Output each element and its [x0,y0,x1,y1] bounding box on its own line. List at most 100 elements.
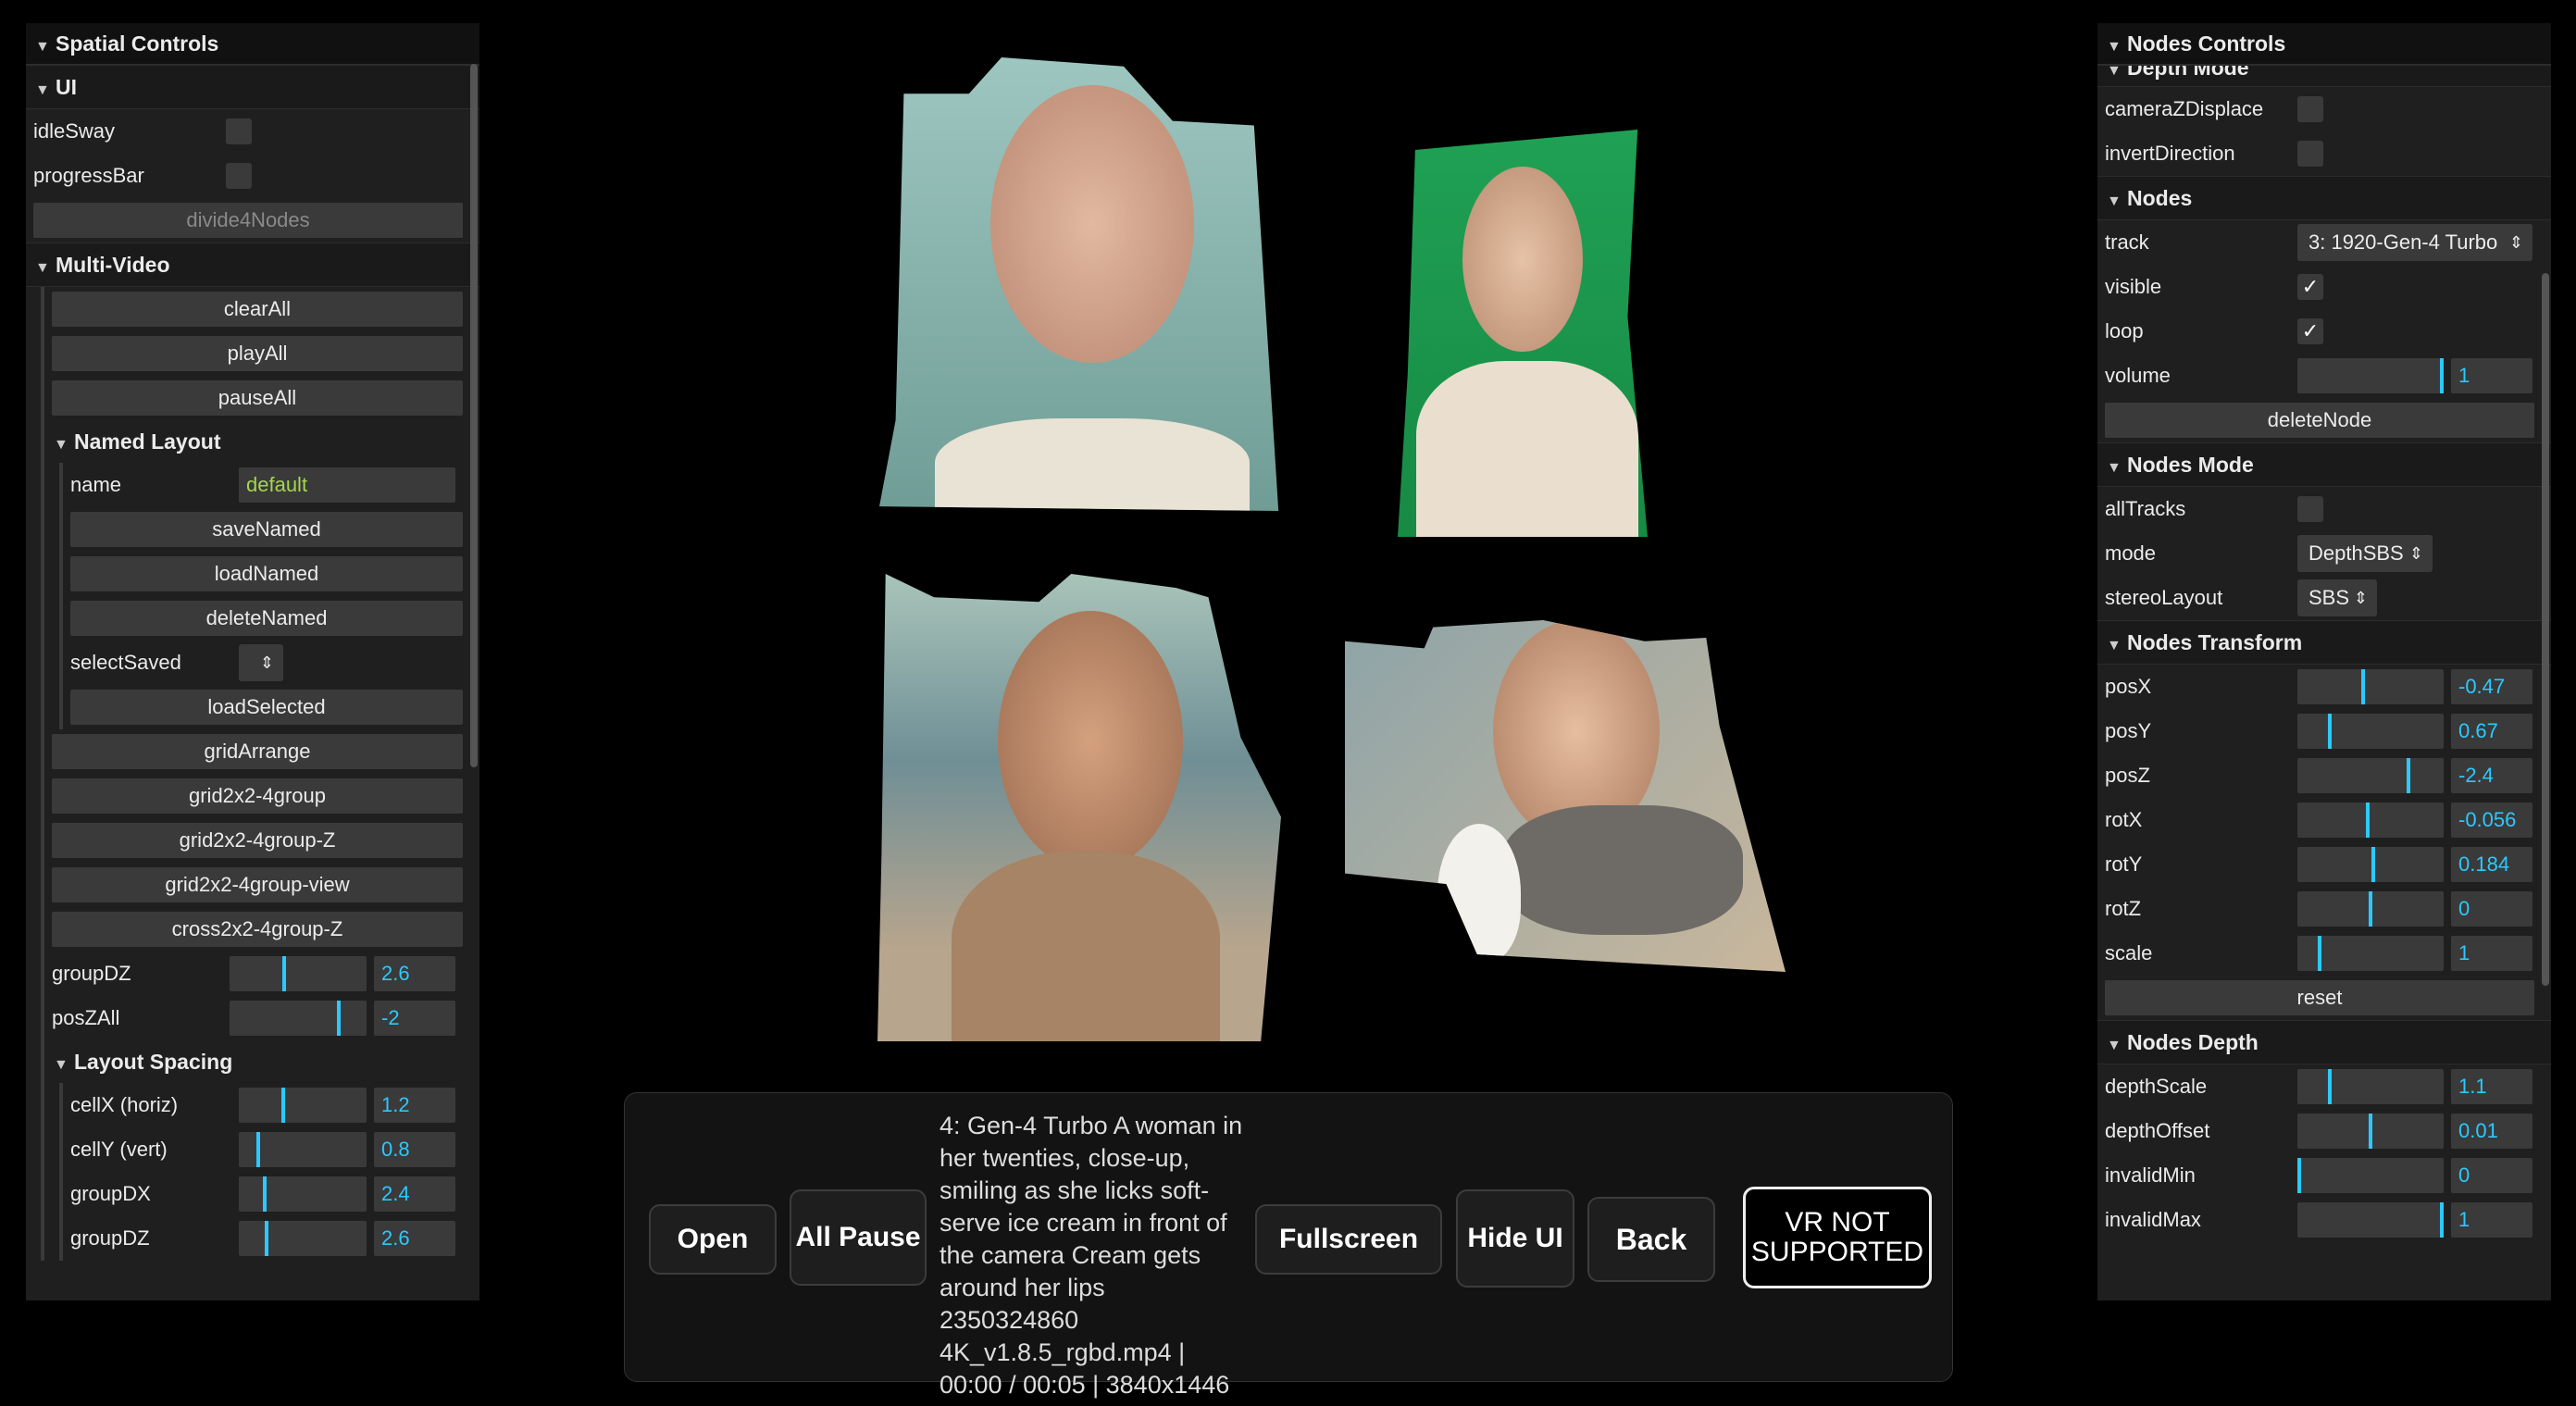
all-pause-button[interactable]: All Pause [790,1189,927,1286]
spacing-group-dz-slider[interactable] [239,1221,367,1256]
transform-label: rotX [2105,808,2143,831]
delete-named-button[interactable]: deleteNamed [70,601,463,636]
idle-sway-checkbox[interactable] [226,118,252,144]
stereo-layout-dropdown[interactable]: SBS ⇕ [2297,579,2377,616]
transform-value[interactable]: -2.4 [2451,758,2532,793]
group-dx-slider[interactable] [239,1176,367,1212]
loop-checkbox[interactable]: ✓ [2297,318,2323,344]
celly-slider[interactable] [239,1132,367,1167]
delete-node-button[interactable]: deleteNode [2105,403,2534,438]
video-node-3[interactable] [877,574,1281,1041]
transform-slider[interactable] [2297,714,2444,749]
invert-direction-checkbox[interactable] [2297,141,2323,167]
name-row: name default [63,463,479,507]
transform-row: posX -0.47 [2097,665,2551,709]
panel-title[interactable]: ▼ Spatial Controls [26,23,479,65]
chevron-down-icon: ▼ [54,1057,68,1073]
depth-slider[interactable] [2297,1114,2444,1149]
transform-value[interactable]: -0.056 [2451,803,2532,838]
transform-label: posZ [2105,764,2150,787]
transform-value[interactable]: -0.47 [2451,669,2532,704]
mode-dropdown[interactable]: DepthSBS ⇕ [2297,535,2433,572]
folder-nodes-depth[interactable]: ▼ Nodes Depth [2097,1020,2551,1064]
folder-nodes-mode[interactable]: ▼ Nodes Mode [2097,442,2551,487]
pos-z-all-slider[interactable] [230,1001,367,1036]
cellx-slider[interactable] [239,1088,367,1123]
volume-slider[interactable] [2297,358,2444,393]
volume-value[interactable]: 1 [2451,358,2532,393]
fullscreen-button[interactable]: Fullscreen [1255,1204,1442,1275]
video-node-1[interactable] [879,57,1279,511]
folder-named-layout[interactable]: ▼ Named Layout [44,420,479,463]
transform-value[interactable]: 0.184 [2451,847,2532,882]
right-panel-scrollbar[interactable] [2542,273,2549,986]
folder-layout-spacing[interactable]: ▼ Layout Spacing [44,1040,479,1083]
group-dz-slider[interactable] [230,956,367,991]
transform-value[interactable]: 0.67 [2451,714,2532,749]
chevron-down-icon: ▼ [2107,39,2122,55]
folder-depth-mode[interactable]: ▼ Depth Mode [2097,65,2551,87]
slider-thumb [262,1176,267,1212]
slider-thumb [2327,1069,2332,1104]
depth-slider[interactable] [2297,1202,2444,1238]
spacing-group-dz-value[interactable]: 2.6 [374,1221,455,1256]
vr-not-supported-button[interactable]: VR NOT SUPPORTED [1743,1187,1932,1288]
name-input[interactable]: default [239,467,455,503]
grid2x2-4group-button[interactable]: grid2x2-4group [52,778,463,814]
transform-slider[interactable] [2297,847,2444,882]
all-tracks-label: allTracks [2105,497,2186,520]
depth-value[interactable]: 0.01 [2451,1114,2532,1149]
transform-slider[interactable] [2297,936,2444,971]
group-dz-value[interactable]: 2.6 [374,956,455,991]
folder-nodes[interactable]: ▼ Nodes [2097,176,2551,220]
depth-value[interactable]: 0 [2451,1158,2532,1193]
transform-label: posX [2105,675,2152,698]
depth-value[interactable]: 1 [2451,1202,2532,1238]
depth-slider[interactable] [2297,1069,2444,1104]
celly-value[interactable]: 0.8 [374,1132,455,1167]
folder-ui[interactable]: ▼ UI [26,65,479,109]
folder-multi-video[interactable]: ▼ Multi-Video [26,243,479,287]
back-button[interactable]: Back [1587,1197,1715,1282]
left-panel-scrollbar[interactable] [470,64,478,767]
cross2x2-4group-z-button[interactable]: cross2x2-4group-Z [52,912,463,947]
pause-all-button[interactable]: pauseAll [52,380,463,416]
load-selected-button[interactable]: loadSelected [70,690,463,725]
pos-z-all-value[interactable]: -2 [374,1001,455,1036]
divide4nodes-button[interactable]: divide4Nodes [33,203,463,238]
group-dx-value[interactable]: 2.4 [374,1176,455,1212]
play-all-button[interactable]: playAll [52,336,463,371]
transform-slider[interactable] [2297,803,2444,838]
transform-value[interactable]: 0 [2451,891,2532,927]
folder-nodes-transform[interactable]: ▼ Nodes Transform [2097,620,2551,665]
hide-ui-button[interactable]: Hide UI [1456,1189,1574,1288]
slider-thumb [265,1221,269,1256]
camera-z-displace-checkbox[interactable] [2297,96,2323,122]
track-dropdown[interactable]: 3: 1920-Gen-4 Turbo ⇕ [2297,224,2532,261]
cellx-value[interactable]: 1.2 [374,1088,455,1123]
select-saved-dropdown[interactable]: ⇕ [239,644,283,681]
transform-slider[interactable] [2297,669,2444,704]
clear-all-button[interactable]: clearAll [52,292,463,327]
video-node-2[interactable] [1398,130,1648,537]
transform-row: scale 1 [2097,931,2551,976]
depth-slider[interactable] [2297,1158,2444,1193]
slider-thumb [337,1001,342,1036]
transform-slider[interactable] [2297,891,2444,927]
grid-arrange-button[interactable]: gridArrange [52,734,463,769]
video-node-4[interactable] [1345,620,1786,972]
reset-button[interactable]: reset [2105,980,2534,1015]
transform-value[interactable]: 1 [2451,936,2532,971]
slider-thumb [2327,714,2332,749]
grid2x2-4group-z-button[interactable]: grid2x2-4group-Z [52,823,463,858]
grid2x2-4group-view-button[interactable]: grid2x2-4group-view [52,867,463,902]
depth-value[interactable]: 1.1 [2451,1069,2532,1104]
load-named-button[interactable]: loadNamed [70,556,463,591]
panel-title[interactable]: ▼ Nodes Controls [2097,23,2551,65]
open-button[interactable]: Open [649,1204,777,1275]
progress-bar-checkbox[interactable] [226,163,252,189]
all-tracks-checkbox[interactable] [2297,496,2323,522]
save-named-button[interactable]: saveNamed [70,512,463,547]
transform-slider[interactable] [2297,758,2444,793]
visible-checkbox[interactable]: ✓ [2297,274,2323,300]
